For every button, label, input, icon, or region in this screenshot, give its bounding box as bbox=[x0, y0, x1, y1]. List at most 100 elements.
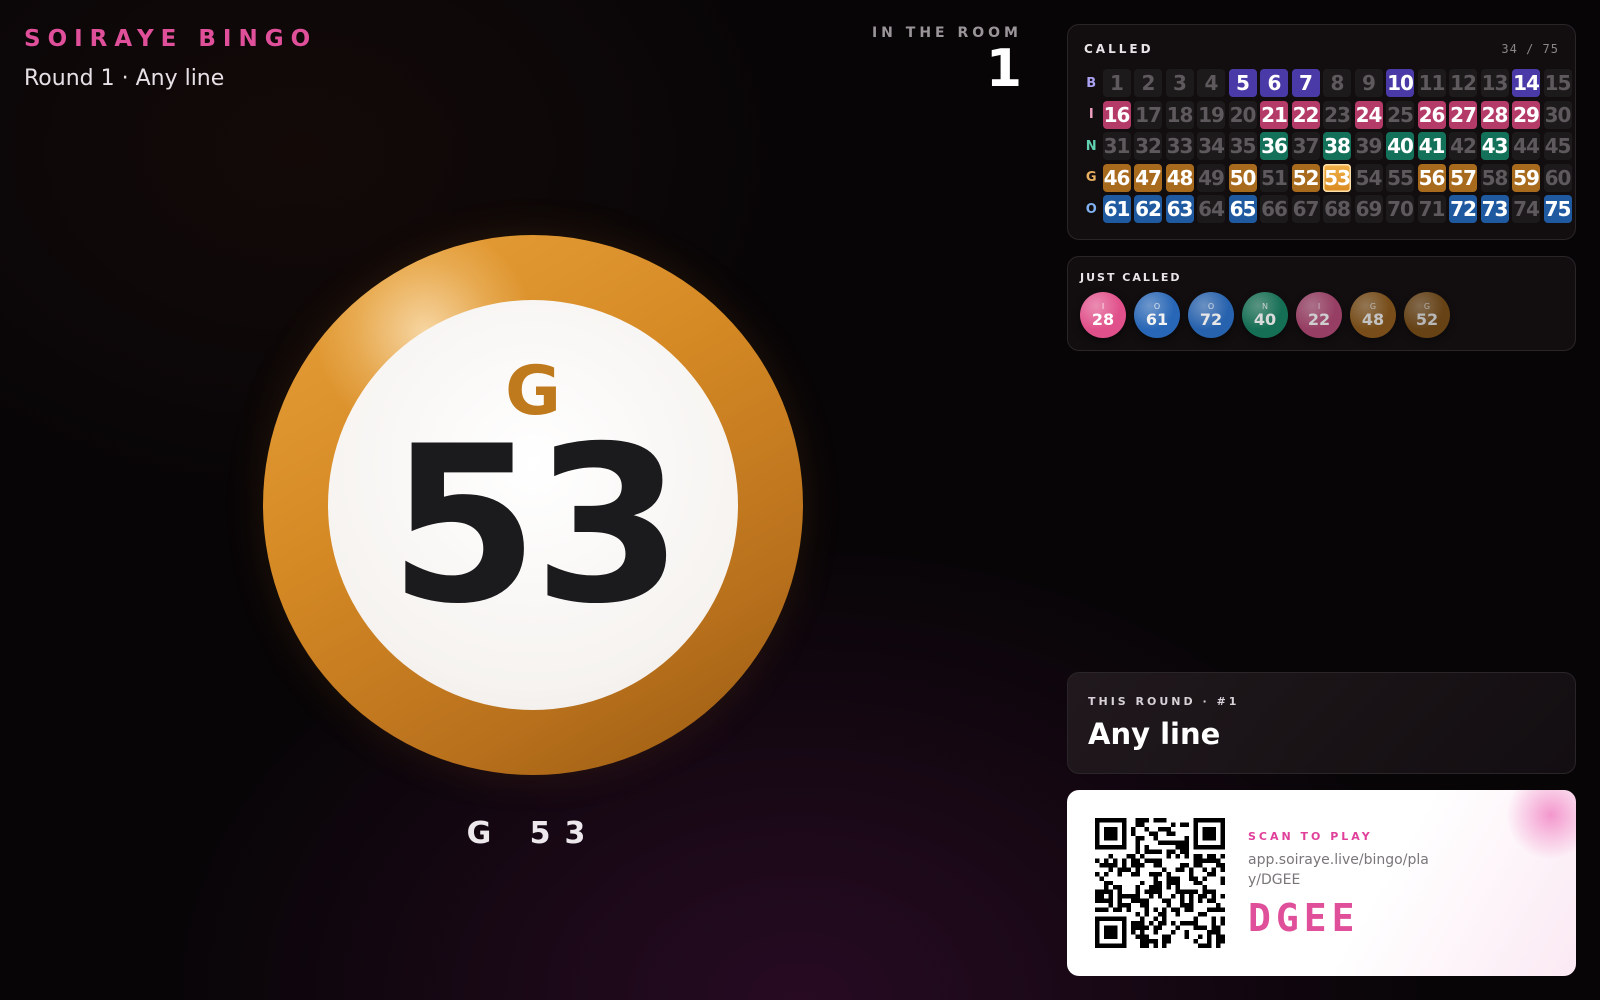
board-cell: 27 bbox=[1449, 100, 1477, 129]
recent-ball: G 52 bbox=[1404, 292, 1450, 338]
called-count: 34 / 75 bbox=[1501, 42, 1559, 56]
board-row: I 16 17 18 19 20 21 22 23 24 25 26 27 28 29 30 bbox=[1082, 100, 1575, 129]
board-cell: 43 bbox=[1480, 132, 1509, 160]
recent-ball: G 48 bbox=[1350, 292, 1396, 338]
board-cell: 71 bbox=[1417, 195, 1446, 223]
board-cell: 69 bbox=[1354, 195, 1383, 223]
board-cell: 31 bbox=[1102, 132, 1131, 160]
board-cell: 52 bbox=[1291, 163, 1320, 192]
board-row: B 1 2 3 4 5 6 7 8 9 10 11 12 13 14 15 bbox=[1082, 69, 1575, 97]
board-cell: 26 bbox=[1417, 100, 1446, 129]
decor-glow bbox=[1506, 790, 1576, 860]
board-cell: 17 bbox=[1134, 100, 1162, 129]
recent-ball: N 40 bbox=[1242, 292, 1288, 338]
board-cell: 57 bbox=[1449, 163, 1477, 192]
brand-title: SOIRAYE BINGO bbox=[24, 26, 318, 52]
recent-ball: O 72 bbox=[1188, 292, 1234, 338]
current-ball-face: G 53 bbox=[328, 300, 738, 710]
board-cell: 41 bbox=[1417, 132, 1446, 160]
recent-ball-letter: I bbox=[1317, 301, 1321, 311]
board-cell: 49 bbox=[1197, 163, 1225, 192]
board-cell: 65 bbox=[1228, 195, 1257, 223]
board-row: G 46 47 48 49 50 51 52 53 54 55 56 57 58 59 60 bbox=[1082, 163, 1575, 192]
board-cell: 56 bbox=[1417, 163, 1446, 192]
recent-ball-letter: G bbox=[1423, 301, 1431, 311]
board-row-letter: O bbox=[1085, 201, 1097, 217]
recent-ball-number: 52 bbox=[1415, 309, 1439, 329]
recent-ball-letter: N bbox=[1262, 301, 1268, 311]
board-cell: 32 bbox=[1134, 132, 1162, 160]
board-cell: 51 bbox=[1260, 163, 1288, 192]
board-cell: 10 bbox=[1386, 69, 1414, 97]
scan-label: SCAN TO PLAY bbox=[1248, 830, 1373, 843]
recent-ball-number: 40 bbox=[1253, 309, 1277, 329]
board-cell: 46 bbox=[1102, 163, 1131, 192]
recent-ball: I 28 bbox=[1080, 292, 1126, 338]
board-cell: 54 bbox=[1354, 163, 1383, 192]
just-called-label: JUST CALLED bbox=[1080, 271, 1182, 284]
recent-ball-letter: O bbox=[1153, 301, 1161, 311]
room-count: 1 bbox=[985, 39, 1022, 99]
board-cell: 68 bbox=[1323, 195, 1351, 223]
round-subtitle: Round 1 · Any line bbox=[24, 66, 225, 91]
qr-code-icon[interactable] bbox=[1095, 818, 1225, 948]
board-cell: 62 bbox=[1134, 195, 1162, 223]
board-cell: 66 bbox=[1260, 195, 1288, 223]
called-label: CALLED bbox=[1084, 42, 1154, 56]
recent-ball-number: 28 bbox=[1091, 309, 1115, 329]
board-cell: 11 bbox=[1417, 69, 1446, 97]
board-cell: 75 bbox=[1543, 195, 1572, 223]
board-cell: 13 bbox=[1480, 69, 1509, 97]
recent-ball-number: 61 bbox=[1145, 309, 1169, 329]
board-row: O 61 62 63 64 65 66 67 68 69 70 71 72 73 74 75 bbox=[1082, 195, 1575, 223]
recent-ball: O 61 bbox=[1134, 292, 1180, 338]
board-cell: 18 bbox=[1165, 100, 1194, 129]
board-cell: 21 bbox=[1260, 100, 1288, 129]
board-cell: 40 bbox=[1386, 132, 1414, 160]
board-cell: 74 bbox=[1512, 195, 1540, 223]
board-cell: 37 bbox=[1291, 132, 1320, 160]
board-cell: 47 bbox=[1134, 163, 1162, 192]
board-cell: 55 bbox=[1386, 163, 1414, 192]
recent-ball: I 22 bbox=[1296, 292, 1342, 338]
board-cell: 60 bbox=[1543, 163, 1572, 192]
board-cell: 61 bbox=[1102, 195, 1131, 223]
board-cell: 7 bbox=[1291, 69, 1320, 97]
current-ball: G 53 bbox=[263, 235, 803, 775]
recent-ball-letter: O bbox=[1207, 301, 1215, 311]
board-cell: 23 bbox=[1323, 100, 1351, 129]
round-panel: THIS ROUND · #1 Any line bbox=[1067, 672, 1576, 774]
board-cell: 48 bbox=[1165, 163, 1194, 192]
recent-ball-number: 48 bbox=[1361, 309, 1385, 329]
board-row-letter: N bbox=[1085, 138, 1097, 154]
room-counter: IN THE ROOM 1 bbox=[872, 25, 1022, 95]
called-board-panel: CALLED 34 / 75 B 1 2 3 4 5 6 7 8 9 10 11 12 13 14 15 I 16… bbox=[1067, 24, 1576, 240]
join-url[interactable]: app.soiraye.live/bingo/play/DGEE bbox=[1248, 850, 1438, 890]
board-cell: 34 bbox=[1197, 132, 1225, 160]
board-cell: 12 bbox=[1449, 69, 1477, 97]
board-cell: 72 bbox=[1449, 195, 1477, 223]
recent-ball-letter: G bbox=[1369, 301, 1377, 311]
current-call-caption: G 53 bbox=[466, 816, 600, 851]
join-panel: SCAN TO PLAY app.soiraye.live/bingo/play… bbox=[1067, 790, 1576, 976]
board-cell: 33 bbox=[1165, 132, 1194, 160]
board-cell: 70 bbox=[1386, 195, 1414, 223]
board-cell: 53 bbox=[1323, 163, 1351, 192]
round-label: THIS ROUND · #1 bbox=[1088, 695, 1240, 708]
board-cell: 14 bbox=[1512, 69, 1540, 97]
board-cell: 25 bbox=[1386, 100, 1414, 129]
board-row-letter: G bbox=[1085, 170, 1097, 185]
board-row-letter: B bbox=[1086, 75, 1097, 91]
board-cell: 29 bbox=[1512, 100, 1540, 129]
board-cell: 64 bbox=[1197, 195, 1225, 223]
board-cell: 67 bbox=[1291, 195, 1320, 223]
board-cell: 30 bbox=[1543, 100, 1572, 129]
board-cell: 6 bbox=[1260, 69, 1288, 97]
board-cell: 24 bbox=[1354, 100, 1383, 129]
board-row: N 31 32 33 34 35 36 37 38 39 40 41 42 43 44 45 bbox=[1082, 132, 1575, 160]
board-cell: 20 bbox=[1228, 100, 1257, 129]
board-cell: 44 bbox=[1512, 132, 1540, 160]
board-cell: 4 bbox=[1197, 69, 1225, 97]
recent-ball-letter: I bbox=[1101, 301, 1105, 311]
board-cell: 59 bbox=[1512, 163, 1540, 192]
